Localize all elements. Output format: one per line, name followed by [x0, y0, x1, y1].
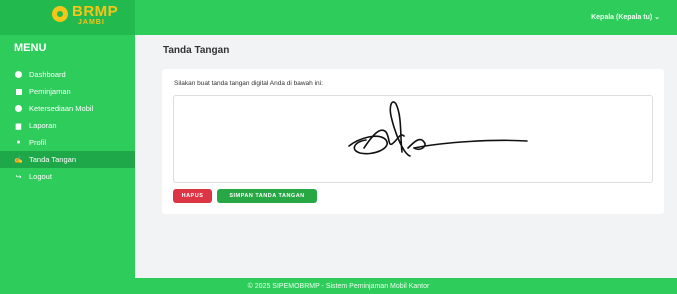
file-icon: ▆: [15, 122, 22, 130]
sidebar-item-label: Dashboard: [29, 70, 66, 79]
sidebar-item-profil[interactable]: ● Profil: [0, 134, 135, 151]
signature-drawing: [348, 101, 528, 157]
brand-sub: JAMBI: [78, 19, 105, 26]
dashboard-icon: [14, 71, 23, 78]
top-navbar: BRMP JAMBI Kepala (Kepala tu) ⌄: [0, 0, 677, 35]
brand-logo[interactable]: BRMP JAMBI: [0, 0, 135, 35]
logo-emblem-icon: [52, 6, 68, 22]
sidebar-item-dashboard[interactable]: Dashboard: [0, 66, 135, 83]
sidebar-item-label: Profil: [29, 138, 47, 147]
sidebar-item-tanda-tangan[interactable]: ✍ Tanda Tangan: [0, 151, 135, 168]
main-content: Tanda Tangan Silakan buat tanda tangan d…: [135, 35, 677, 278]
sidebar-item-label: Tanda Tangan: [29, 155, 76, 164]
brand-name: BRMP: [72, 3, 119, 20]
save-signature-button[interactable]: SIMPAN TANDA TANGAN: [217, 189, 317, 203]
sidebar-item-label: Peminjaman: [29, 87, 71, 96]
logout-icon: ↪: [15, 173, 22, 181]
instruction-text: Silakan buat tanda tangan digital Anda d…: [174, 80, 323, 87]
sidebar-menu: Dashboard Peminjaman Ketersediaan Mobil …: [0, 66, 135, 185]
sidebar-item-label: Laporan: [29, 121, 57, 130]
sidebar: MENU Dashboard Peminjaman Ketersediaan M…: [0, 35, 135, 278]
page-title: Tanda Tangan: [163, 45, 230, 56]
user-icon: ●: [16, 139, 21, 146]
user-dropdown[interactable]: Kepala (Kepala tu) ⌄: [591, 13, 660, 21]
signature-card: Silakan buat tanda tangan digital Anda d…: [162, 69, 664, 214]
sidebar-item-label: Ketersediaan Mobil: [29, 104, 94, 113]
menu-title: MENU: [14, 42, 47, 54]
sidebar-item-ketersediaan-mobil[interactable]: Ketersediaan Mobil: [0, 100, 135, 117]
check-circle-icon: [14, 105, 23, 112]
sidebar-item-peminjaman[interactable]: Peminjaman: [0, 83, 135, 100]
clear-button[interactable]: HAPUS: [173, 189, 212, 203]
signature-icon: ✍: [14, 156, 23, 164]
sidebar-item-logout[interactable]: ↪ Logout: [0, 168, 135, 185]
calendar-icon: [14, 88, 23, 95]
footer: © 2025 SIPEMOBRMP - Sistem Peminjaman Mo…: [0, 278, 677, 294]
sidebar-item-laporan[interactable]: ▆ Laporan: [0, 117, 135, 134]
sidebar-item-label: Logout: [29, 172, 52, 181]
signature-canvas[interactable]: [173, 95, 653, 183]
